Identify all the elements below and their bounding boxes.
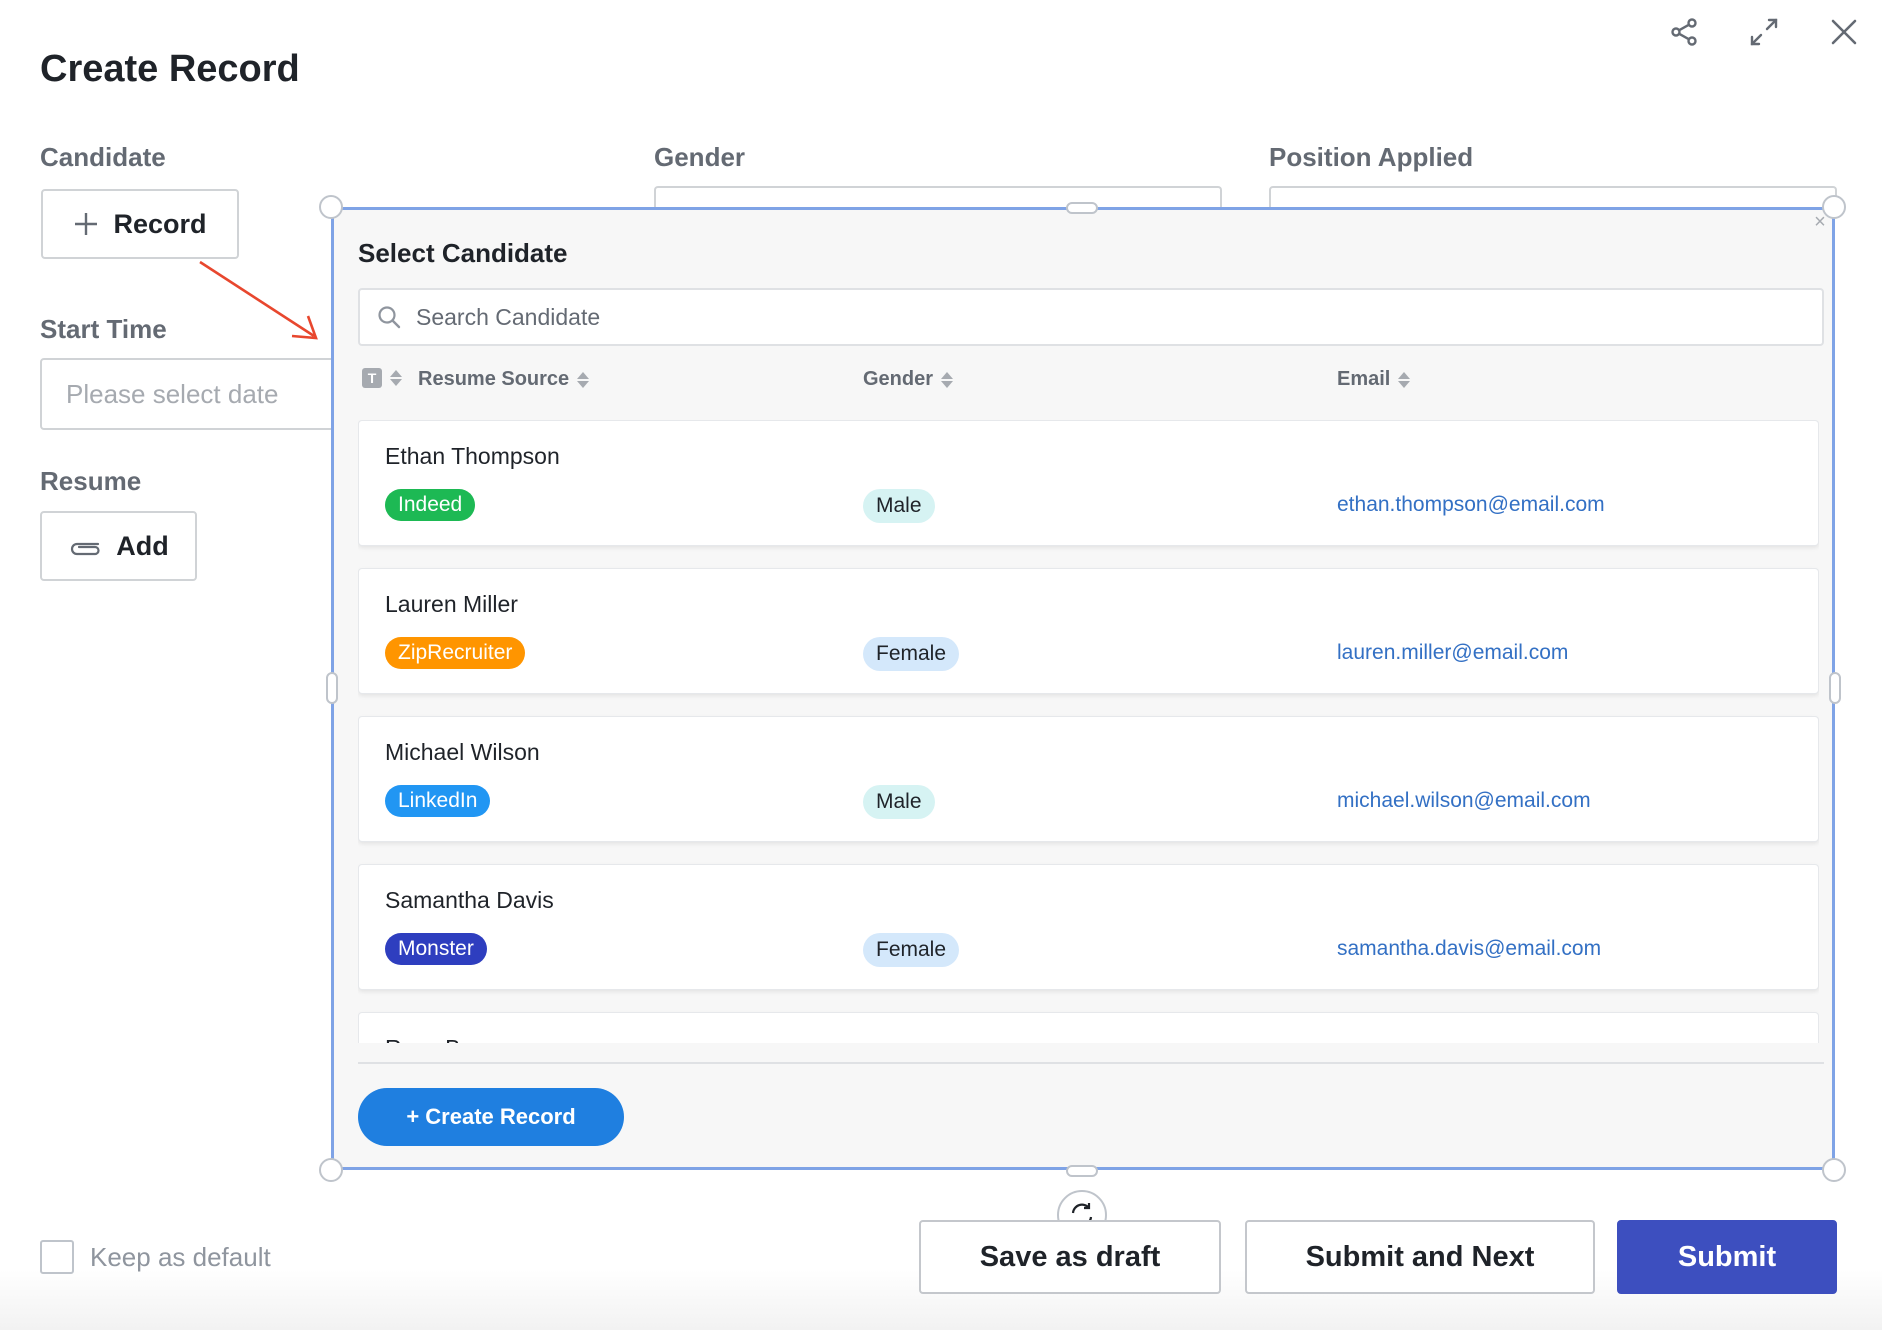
candidate-list[interactable]: Ethan Thompson Indeed Male ethan.thompso… (358, 420, 1819, 1043)
start-time-placeholder: Please select date (66, 378, 279, 409)
sort-icon (577, 371, 590, 388)
gender-tag: Male (863, 489, 935, 523)
candidate-name: Samantha Davis (385, 887, 554, 913)
save-as-draft-button[interactable]: Save as draft (919, 1220, 1221, 1294)
resume-source-tag: LinkedIn (385, 785, 491, 817)
position-applied-label: Position Applied (1269, 142, 1474, 172)
candidate-label: Candidate (40, 142, 166, 172)
gender-tag: Female (863, 637, 960, 671)
expand-icon[interactable] (1746, 14, 1782, 50)
candidate-row[interactable]: Lauren Miller ZipRecruiter Female lauren… (358, 568, 1819, 694)
resume-source-tag: ZipRecruiter (385, 637, 526, 669)
submit-button[interactable]: Submit (1617, 1220, 1837, 1294)
sort-icon (941, 371, 954, 388)
resize-handle[interactable] (1066, 1165, 1098, 1177)
candidate-email[interactable]: ethan.thompson@email.com (1337, 493, 1605, 517)
candidate-email[interactable]: samantha.davis@email.com (1337, 937, 1601, 961)
resume-source-header-label: Resume Source (418, 368, 570, 390)
add-resume-button[interactable]: Add (40, 511, 197, 581)
candidate-name: Ethan Thompson (385, 443, 560, 469)
paperclip-icon (71, 542, 100, 556)
search-box (358, 288, 1824, 346)
create-record-button[interactable]: + Create Record (358, 1088, 624, 1146)
add-record-button[interactable]: Record (41, 189, 239, 259)
create-record-page: Create Record Candidate Gender Position … (0, 0, 1882, 1330)
sort-icon (390, 370, 402, 386)
search-candidate-input[interactable] (416, 303, 1796, 331)
close-icon[interactable] (1826, 14, 1862, 50)
add-button-label: Add (116, 530, 169, 561)
candidate-email[interactable]: michael.wilson@email.com (1337, 789, 1591, 813)
keep-as-default[interactable]: Keep as default (40, 1240, 271, 1274)
candidate-name: Michael Wilson (385, 739, 540, 765)
gender-tag: Male (863, 785, 935, 819)
record-button-label: Record (113, 208, 207, 239)
search-icon (378, 306, 401, 329)
candidate-name: Lauren Miller (385, 591, 518, 617)
email-column-header[interactable]: Email (1337, 368, 1411, 391)
keep-default-checkbox[interactable] (40, 1240, 74, 1274)
resize-handle[interactable] (319, 195, 343, 219)
candidate-row[interactable]: Ryan Brown (358, 1012, 1819, 1043)
gender-tag: Female (863, 933, 960, 967)
resize-handle[interactable] (1822, 195, 1846, 219)
start-time-input[interactable]: Please select date (40, 358, 340, 430)
sort-icon (1398, 371, 1411, 388)
start-time-label: Start Time (40, 314, 167, 344)
resume-source-tag: Indeed (385, 489, 476, 521)
gender-label: Gender (654, 142, 746, 172)
page-title: Create Record (40, 48, 300, 90)
gender-header-label: Gender (863, 368, 934, 390)
resize-handle[interactable] (326, 672, 338, 704)
resize-handle[interactable] (1822, 1158, 1846, 1182)
name-column-header[interactable]: T (362, 368, 402, 388)
select-candidate-popup: Select Candidate × T Resume Source Gende… (331, 207, 1835, 1170)
candidate-row[interactable]: Samantha Davis Monster Female samantha.d… (358, 864, 1819, 990)
candidate-name: Ryan Brown (385, 1035, 510, 1043)
gender-column-header[interactable]: Gender (863, 368, 954, 391)
resume-source-column-header[interactable]: Resume Source (418, 368, 590, 391)
popup-divider (358, 1062, 1824, 1064)
top-toolbar (1666, 14, 1862, 50)
plus-icon (75, 213, 98, 235)
email-header-label: Email (1337, 368, 1391, 390)
resume-source-tag: Monster (385, 933, 487, 965)
share-icon[interactable] (1666, 14, 1702, 50)
resize-handle[interactable] (319, 1158, 343, 1182)
column-headers: T Resume Source Gender Email (358, 360, 1824, 400)
resize-handle[interactable] (1066, 202, 1098, 214)
keep-default-label: Keep as default (90, 1241, 271, 1272)
annotation-arrow-icon (199, 260, 318, 340)
candidate-row[interactable]: Ethan Thompson Indeed Male ethan.thompso… (358, 420, 1819, 546)
submit-and-next-button[interactable]: Submit and Next (1245, 1220, 1595, 1294)
candidate-email[interactable]: lauren.miller@email.com (1337, 641, 1568, 665)
resume-label: Resume (40, 466, 142, 496)
text-type-icon: T (362, 368, 382, 388)
popup-title: Select Candidate (358, 238, 568, 268)
resize-handle[interactable] (1829, 672, 1841, 704)
candidate-row[interactable]: Michael Wilson LinkedIn Male michael.wil… (358, 716, 1819, 842)
